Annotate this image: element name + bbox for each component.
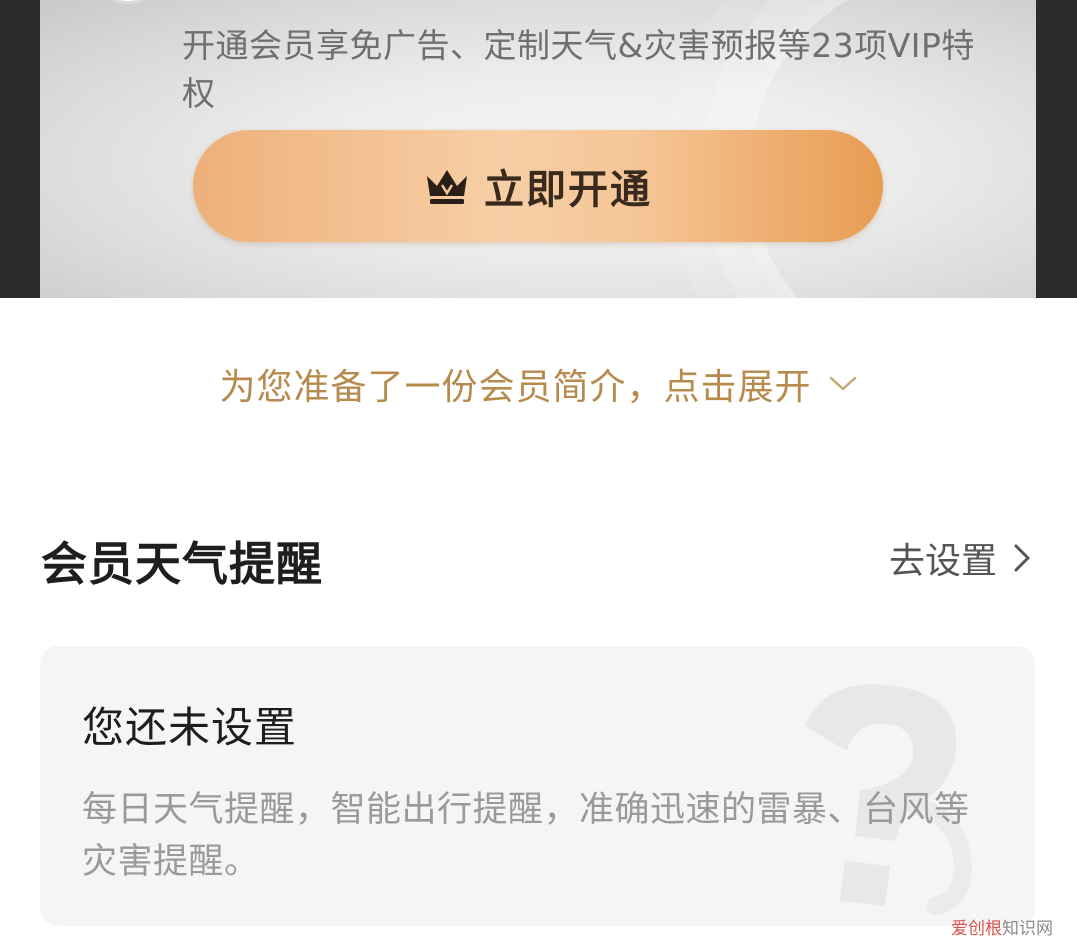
vip-benefits-description: 开通会员享免广告、定制天气&灾害预报等23项VIP特权	[182, 26, 975, 113]
watermark-brand: 爱创根	[951, 919, 1002, 939]
watermark-suffix: 知识网	[1002, 919, 1053, 939]
membership-intro-text: 为您准备了一份会员简介，点击展开	[219, 367, 812, 408]
section-title-weather-reminder: 会员天气提醒	[41, 537, 323, 591]
go-settings-link[interactable]: 去设置	[889, 533, 1031, 583]
reminder-card-title: 您还未设置	[82, 703, 298, 752]
open-membership-label: 立即开通	[484, 167, 652, 213]
reminder-card-description: 每日天气提醒，智能出行提醒，准确迅速的雷暴、台风等灾害提醒。	[82, 790, 970, 882]
vip-promo-card: 开通会员享免广告、定制天气&灾害预报等23项VIP特权 立即开通	[40, 0, 1036, 298]
go-settings-label: 去设置	[888, 541, 997, 582]
chevron-right-icon	[1014, 544, 1030, 572]
chevron-down-icon	[829, 376, 856, 391]
open-membership-button[interactable]: 立即开通	[193, 130, 883, 242]
vip-banner-frame: 开通会员享免广告、定制天气&灾害预报等23项VIP特权 立即开通	[0, 0, 1077, 298]
weather-reminder-card[interactable]: 您还未设置 每日天气提醒，智能出行提醒，准确迅速的雷暴、台风等灾害提醒。	[40, 646, 1035, 926]
page: 开通会员享免广告、定制天气&灾害预报等23项VIP特权 立即开通 为您准备了一份…	[0, 0, 1077, 947]
avatar[interactable]	[95, 0, 161, 4]
watermark: 爱创根知识网	[951, 914, 1053, 939]
crown-icon	[427, 170, 467, 204]
membership-intro-expand[interactable]: 为您准备了一份会员简介，点击展开	[0, 356, 1077, 412]
